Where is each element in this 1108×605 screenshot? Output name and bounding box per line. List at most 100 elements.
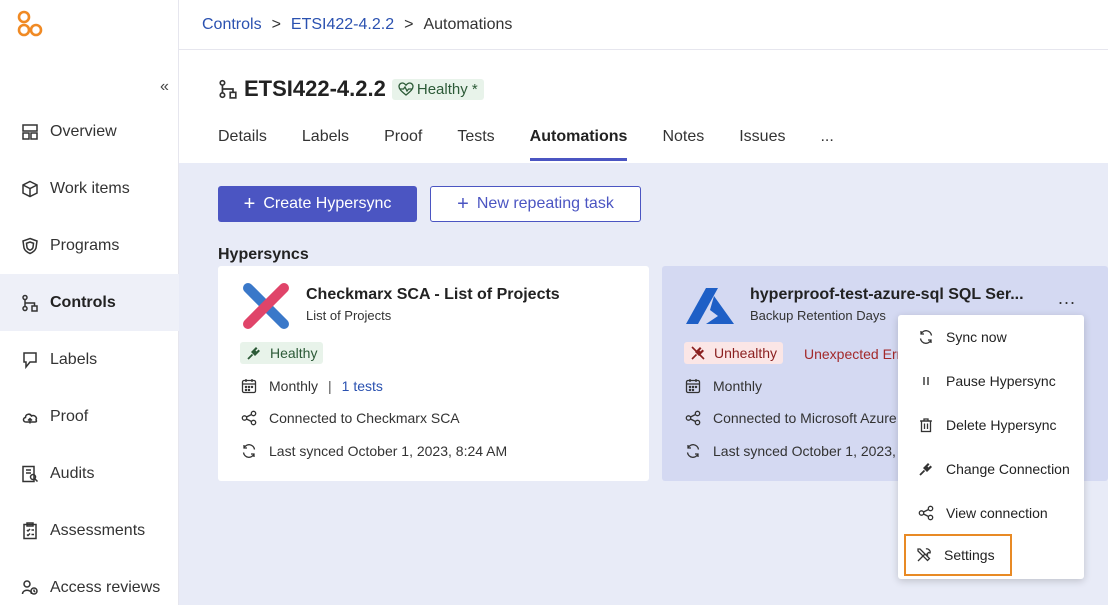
section-title: Hypersyncs — [218, 246, 309, 263]
checkmarx-logo-icon — [243, 283, 289, 329]
menu-item-label: Settings — [944, 547, 995, 563]
status-label: Unhealthy — [714, 345, 778, 361]
meta-separator: | — [328, 378, 332, 394]
frequency-text: Monthly — [269, 378, 319, 394]
controls-icon — [219, 79, 237, 99]
tab-notes[interactable]: Notes — [662, 128, 704, 161]
azure-logo-icon — [686, 288, 734, 324]
audit-icon — [20, 464, 40, 484]
plug-icon — [247, 347, 260, 360]
tab-issues[interactable]: Issues — [739, 128, 785, 161]
connection-row: Connected to Checkmarx SCA — [240, 409, 460, 427]
tab-labels[interactable]: Labels — [302, 128, 349, 161]
grid-icon — [20, 122, 40, 142]
menu-item-label: View connection — [946, 505, 1048, 521]
sidebar-item-work-items[interactable]: Work items — [0, 160, 179, 217]
heart-pulse-icon — [398, 82, 414, 96]
menu-item-sync-now[interactable]: Sync now — [898, 315, 1084, 359]
new-repeating-task-button[interactable]: + New repeating task — [430, 186, 641, 222]
collapse-sidebar-button[interactable]: « — [160, 78, 169, 96]
sidebar-item-label: Assessments — [50, 521, 146, 539]
sidebar-item-proof[interactable]: Proof — [0, 388, 179, 445]
breadcrumb-separator: > — [404, 15, 414, 33]
menu-item-label: Sync now — [946, 329, 1007, 345]
share-icon — [684, 409, 702, 427]
menu-item-pause-hypersync[interactable]: Pause Hypersync — [898, 359, 1084, 403]
tab-bar: Details Labels Proof Tests Automations N… — [218, 128, 869, 161]
share-icon — [240, 409, 258, 427]
sidebar-item-assessments[interactable]: Assessments — [0, 502, 179, 559]
breadcrumb-control-id[interactable]: ETSI422-4.2.2 — [291, 16, 394, 34]
calendar-icon — [684, 377, 702, 395]
sidebar-item-overview[interactable]: Overview — [0, 103, 179, 160]
clipboard-icon — [20, 521, 40, 541]
last-synced-row: Last synced October 1, 2023, 8 — [684, 442, 908, 460]
trash-icon — [918, 417, 934, 433]
cloud-icon — [20, 407, 40, 427]
sync-icon — [240, 442, 258, 460]
create-hypersync-label: Create Hypersync — [263, 195, 392, 212]
menu-item-label: Delete Hypersync — [946, 417, 1057, 433]
sync-icon — [918, 329, 934, 345]
shield-icon — [20, 236, 40, 256]
connection-text: Connected to Microsoft Azure — [713, 410, 897, 426]
box-icon — [20, 179, 40, 199]
plus-icon: + — [243, 193, 256, 215]
access-icon — [20, 578, 40, 598]
status-badge: Healthy — [240, 342, 324, 364]
more-options-button[interactable]: ... — [1058, 288, 1076, 309]
page-title: ETSI422-4.2.2 — [244, 76, 386, 101]
breadcrumb-current: Automations — [423, 15, 513, 33]
title-row: ETSI422-4.2.2 Healthy * — [218, 76, 484, 102]
last-synced-row: Last synced October 1, 2023, 8:24 AM — [240, 442, 507, 460]
card-title: Checkmarx SCA - List of Projects — [306, 286, 560, 303]
frequency-text: Monthly — [713, 378, 763, 394]
sidebar-item-label: Overview — [50, 122, 117, 140]
app-logo-icon[interactable] — [16, 10, 44, 38]
tab-tests[interactable]: Tests — [457, 128, 494, 161]
share-icon — [918, 505, 934, 521]
menu-item-label: Change Connection — [946, 461, 1070, 477]
plus-icon: + — [457, 193, 469, 215]
create-hypersync-button[interactable]: + Create Hypersync — [218, 186, 417, 222]
tests-link[interactable]: 1 tests — [342, 378, 383, 394]
frequency-row: Monthly — [684, 377, 762, 395]
tab-automations[interactable]: Automations — [529, 128, 628, 161]
sidebar-item-label: Labels — [50, 350, 98, 368]
menu-item-settings[interactable]: Settings — [904, 534, 1012, 576]
card-title: hyperproof-test-azure-sql SQL Ser... — [750, 286, 1024, 303]
sidebar-item-label: Audits — [50, 464, 95, 482]
breadcrumb-controls[interactable]: Controls — [202, 16, 262, 34]
menu-item-label: Pause Hypersync — [946, 373, 1056, 389]
pause-icon — [918, 373, 934, 389]
last-synced-text: Last synced October 1, 2023, 8:24 AM — [269, 443, 508, 459]
breadcrumb: Controls > ETSI422-4.2.2 > Automations — [179, 0, 1108, 50]
connection-text: Connected to Checkmarx SCA — [269, 410, 460, 426]
calendar-icon — [240, 377, 258, 395]
tools-icon — [916, 547, 932, 563]
sidebar-item-label: Work items — [50, 179, 130, 197]
breadcrumb-separator: > — [271, 15, 281, 33]
hypersync-card[interactable]: Checkmarx SCA - List of Projects List of… — [218, 266, 649, 481]
status-badge: Unhealthy — [684, 342, 784, 364]
tab-more[interactable]: ... — [820, 128, 833, 161]
tab-proof[interactable]: Proof — [384, 128, 422, 161]
sidebar-item-label: Access reviews — [50, 578, 161, 596]
sidebar-item-audits[interactable]: Audits — [0, 445, 179, 502]
tab-details[interactable]: Details — [218, 128, 267, 161]
menu-item-view-connection[interactable]: View connection — [898, 491, 1084, 535]
frequency-row: Monthly | 1 tests — [240, 377, 383, 395]
menu-item-delete-hypersync[interactable]: Delete Hypersync — [898, 403, 1084, 447]
sidebar-item-labels[interactable]: Labels — [0, 331, 179, 388]
new-repeating-task-label: New repeating task — [476, 195, 614, 212]
sync-icon — [684, 442, 702, 460]
sidebar-nav: Overview Work items Programs Controls La… — [0, 103, 179, 605]
menu-item-change-connection[interactable]: Change Connection — [898, 447, 1084, 491]
status-label: Healthy — [270, 345, 318, 361]
sidebar-item-label: Proof — [50, 407, 89, 425]
card-subtitle: Backup Retention Days — [750, 308, 886, 323]
health-badge[interactable]: Healthy * — [391, 78, 484, 100]
sidebar-item-access-reviews[interactable]: Access reviews — [0, 559, 179, 605]
sidebar-item-programs[interactable]: Programs — [0, 217, 179, 274]
sidebar-item-controls[interactable]: Controls — [0, 274, 179, 331]
